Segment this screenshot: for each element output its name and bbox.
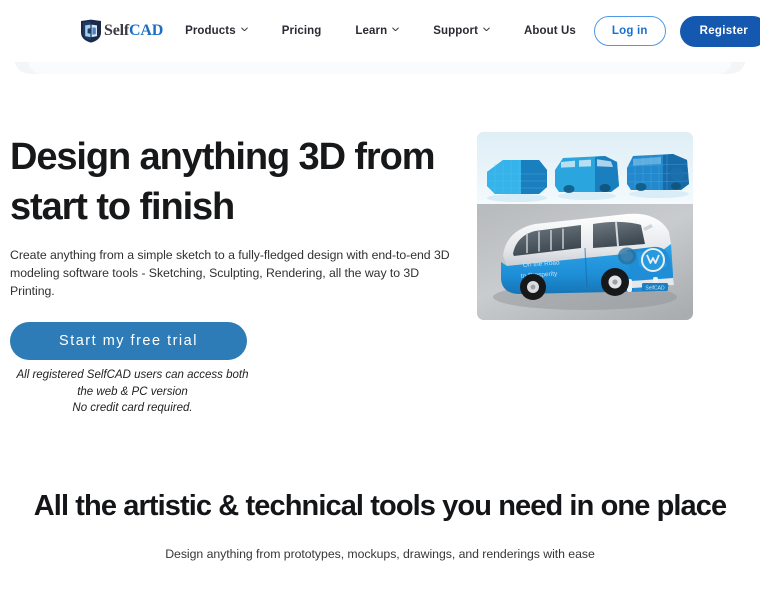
svg-text:SelfCAD: SelfCAD	[645, 286, 665, 292]
tools-section-subtitle: Design anything from prototypes, mockups…	[165, 547, 595, 561]
selfcad-shield-logo-icon	[80, 19, 102, 43]
nav-item-label: Support	[433, 25, 479, 37]
hero-inner: Design anything 3D from start to finish …	[0, 132, 760, 417]
nav-item-label: Products	[185, 25, 236, 37]
trial-note-line-3: No credit card required.	[72, 402, 193, 414]
login-button[interactable]: Log in	[593, 16, 666, 46]
logo-text-self: Self	[104, 22, 129, 39]
chevron-down-icon	[392, 26, 400, 34]
nav-item-learn[interactable]: Learn	[355, 19, 400, 43]
nav-item-label: Pricing	[281, 25, 322, 37]
nav-item-label: About Us	[524, 25, 576, 37]
nav-item-support[interactable]: Support	[433, 19, 490, 43]
main-navigation: Products Pricing Learn Support About Us	[185, 19, 576, 43]
trial-note-line-2: the web & PC version	[77, 385, 188, 398]
nav-item-about-us[interactable]: About Us	[524, 19, 576, 43]
hero-subtitle: Create anything from a simple sketch to …	[10, 248, 450, 298]
tools-section-title: All the artistic & technical tools you n…	[33, 490, 727, 522]
nav-item-products[interactable]: Products	[185, 19, 248, 43]
vw-bus-3d-render-image: SelfCAD On the Road to Prosperity	[477, 132, 693, 320]
nav-item-label: Learn	[355, 25, 388, 37]
selfcad-logo[interactable]: SelfCAD	[80, 19, 163, 43]
logo-wordmark: SelfCAD	[104, 23, 163, 39]
hero-section: Design anything 3D from start to finish …	[0, 132, 760, 417]
trial-disclaimer: All registered SelfCAD users can access …	[10, 367, 255, 417]
site-header: SelfCAD Products Pricing Learn Support A…	[0, 0, 760, 78]
nav-item-pricing[interactable]: Pricing	[282, 19, 322, 43]
start-free-trial-button[interactable]: Start my free trial	[10, 322, 247, 360]
tools-section: All the artistic & technical tools you n…	[0, 488, 760, 561]
logo-text-cad: CAD	[128, 22, 164, 39]
header-actions: Log in Register	[578, 15, 760, 47]
hero-title: Design anything 3D from start to finish	[10, 136, 436, 228]
trial-note-line-1: All registered SelfCAD users can access …	[16, 369, 249, 381]
header-bar: SelfCAD Products Pricing Learn Support A…	[0, 0, 760, 62]
chevron-down-icon	[483, 26, 490, 34]
register-button[interactable]: Register	[679, 15, 760, 47]
chevron-down-icon	[240, 26, 248, 34]
